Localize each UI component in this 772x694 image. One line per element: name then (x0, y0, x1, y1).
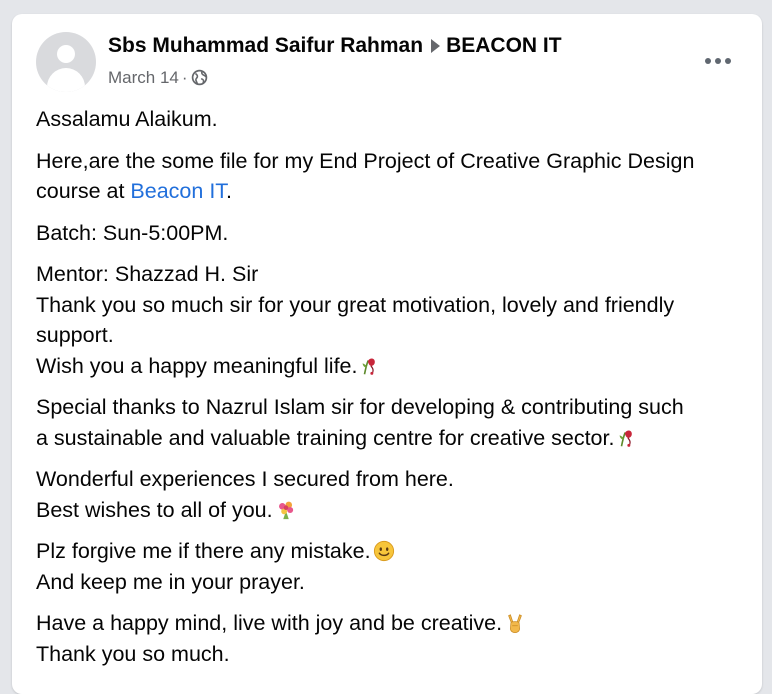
post-title: Sbs Muhammad Saifur Rahman BEACON IT (108, 34, 562, 58)
avatar-head-shape (57, 45, 75, 63)
happy-mind-text: Have a happy mind, live with joy and be … (36, 611, 503, 635)
batch-paragraph: Batch: Sun-5:00PM. (36, 218, 742, 249)
experience-paragraph: Wonderful experiences I secured from her… (36, 464, 742, 525)
wish-text: Wish you a happy meaningful life. (36, 353, 358, 378)
globe-icon[interactable] (191, 68, 208, 87)
experience-text: Wonderful experiences I secured from her… (36, 467, 454, 491)
special-line-1: Special thanks to Nazrul Islam sir for d… (36, 395, 684, 419)
more-dot (705, 58, 711, 64)
post-body: Assalamu Alaikum. Here,are the some file… (36, 104, 742, 680)
greeting-text: Assalamu Alaikum. (36, 107, 218, 131)
meta-separator: · (181, 68, 188, 87)
intro-line-2-start: course at (36, 179, 131, 203)
post-meta: March 14 · (108, 68, 208, 88)
author-name[interactable]: Sbs Muhammad Saifur Rahman (108, 34, 423, 57)
beacon-it-link[interactable]: Beacon IT (130, 179, 226, 203)
special-thanks-paragraph: Special thanks to Nazrul Islam sir for d… (36, 392, 742, 453)
more-dot (725, 58, 731, 64)
avatar-body-shape (47, 68, 85, 92)
avatar[interactable] (36, 32, 96, 92)
batch-text: Batch: Sun-5:00PM. (36, 220, 229, 245)
forgive-text: Plz forgive me if there any mistake. (36, 539, 371, 563)
prayer-text: And keep me in your prayer. (36, 569, 305, 594)
more-dot (715, 58, 721, 64)
group-name[interactable]: BEACON IT (446, 34, 562, 57)
thank-you-text: Thank you so much. (36, 641, 230, 666)
post-date[interactable]: March 14 (108, 68, 179, 87)
post-card: Sbs Muhammad Saifur Rahman BEACON IT Marc… (12, 14, 762, 694)
more-options-icon[interactable] (700, 46, 736, 76)
mentor-paragraph: Mentor: Shazzad H. Sir Thank you so much … (36, 259, 742, 381)
wilted-rose-emoji (616, 427, 638, 449)
intro-line-1: Here,are the some file for my End Projec… (36, 148, 695, 173)
special-line-2: a sustainable and valuable training cent… (36, 425, 615, 450)
victory-hand-emoji (504, 612, 526, 634)
thanks-line-2: support. (36, 323, 114, 347)
bouquet-emoji (275, 499, 297, 521)
intro-paragraph: Here,are the some file for my End Projec… (36, 146, 742, 207)
closing-paragraph: Have a happy mind, live with joy and be … (36, 608, 742, 669)
post-header: Sbs Muhammad Saifur Rahman BEACON IT Marc… (36, 32, 738, 94)
forgive-paragraph: Plz forgive me if there any mistake. And … (36, 536, 742, 597)
best-wishes-text: Best wishes to all of you. (36, 497, 273, 522)
thanks-line-1: Thank you so much sir for your great mot… (36, 292, 675, 317)
wilted-rose-emoji (359, 355, 381, 377)
mentor-text: Mentor: Shazzad H. Sir (36, 262, 259, 286)
greeting-paragraph: Assalamu Alaikum. (36, 104, 742, 135)
smiling-face-emoji (373, 540, 395, 562)
intro-line-2-end: . (226, 179, 233, 203)
triangle-right-icon (431, 39, 441, 53)
